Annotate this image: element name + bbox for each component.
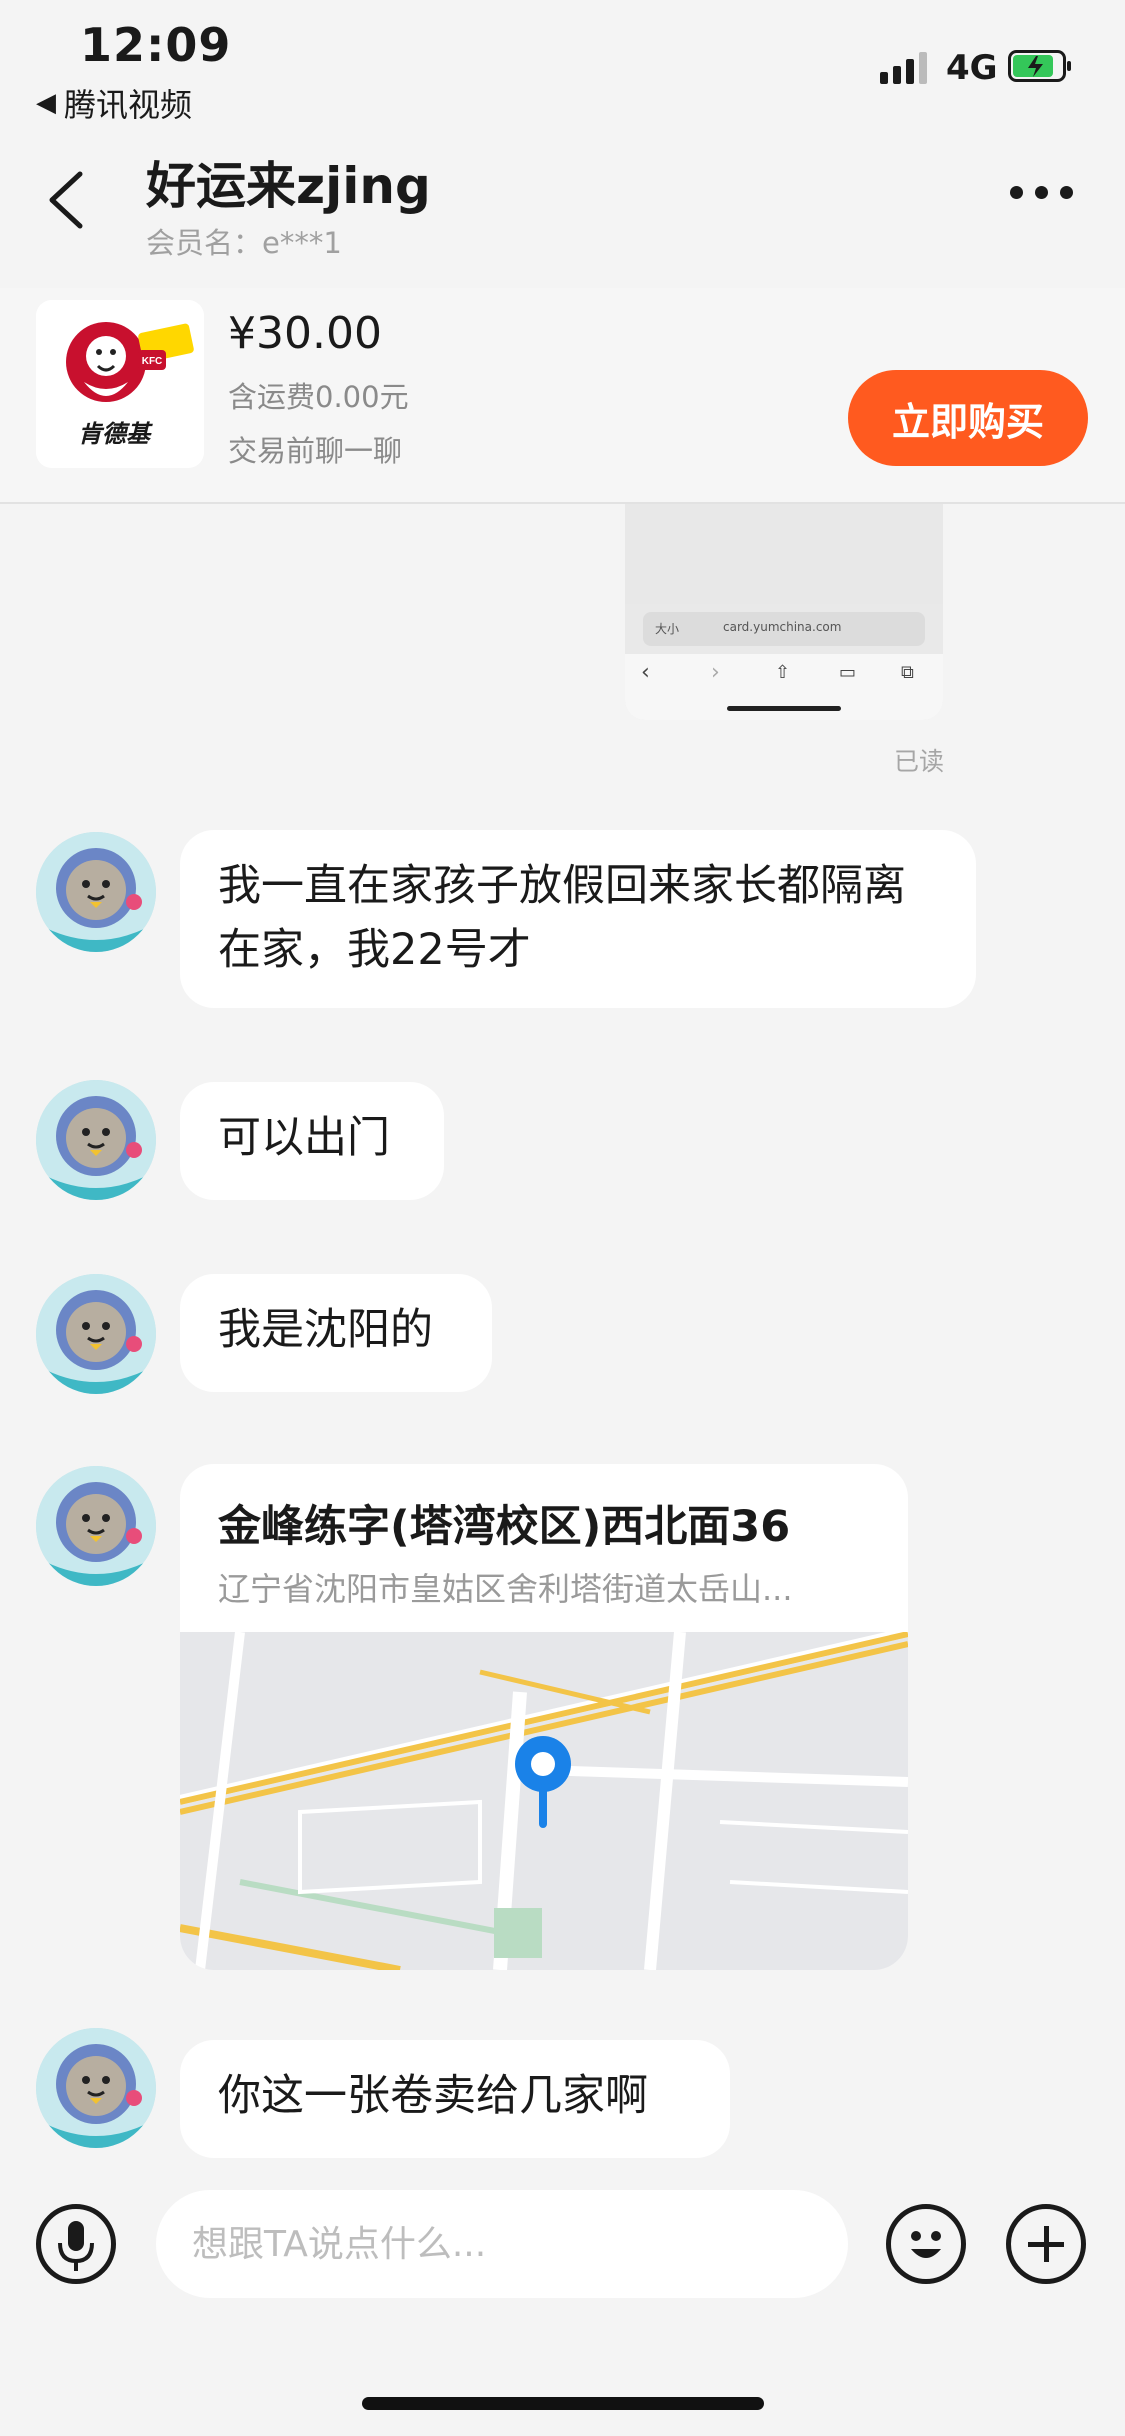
home-indicator[interactable] bbox=[362, 2397, 764, 2410]
location-map[interactable] bbox=[180, 1632, 908, 1970]
contact-avatar[interactable] bbox=[36, 1274, 156, 1394]
voice-input-button[interactable] bbox=[36, 2204, 116, 2284]
location-card[interactable]: 金峰练字(塔湾校区)西北面36 辽宁省沈阳市皇姑区舍利塔街道太岳山... bbox=[180, 1464, 908, 1970]
message-bubble[interactable]: 我一直在家孩子放假回来家长都隔离在家，我22号才 bbox=[180, 830, 976, 1008]
browser-forward-icon: › bbox=[711, 660, 720, 685]
browser-bookmarks-icon: ▭ bbox=[839, 662, 857, 683]
member-name: 会员名：e***1 bbox=[146, 226, 342, 260]
product-thumbnail[interactable]: KFC 肯德基 bbox=[36, 300, 204, 468]
message-bubble[interactable]: 可以出门 bbox=[180, 1082, 444, 1200]
buy-now-button[interactable]: 立即购买 bbox=[848, 370, 1088, 466]
contact-avatar[interactable] bbox=[36, 1466, 156, 1586]
chat-title: 好运来zjing bbox=[146, 157, 431, 215]
browser-share-icon: ⇧ bbox=[775, 662, 791, 683]
shipping-fee: 含运费0.00元 bbox=[228, 380, 409, 414]
message-bubble[interactable]: 我是沈阳的 bbox=[180, 1274, 492, 1392]
back-to-app-link[interactable]: ◀ 腾讯视频 bbox=[36, 80, 192, 126]
contact-avatar[interactable] bbox=[36, 2028, 156, 2148]
network-type: 4G bbox=[946, 48, 998, 88]
location-address: 辽宁省沈阳市皇姑区舍利塔街道太岳山... bbox=[218, 1570, 793, 1608]
browser-back-icon: ‹ bbox=[641, 660, 650, 685]
message-bubble[interactable]: 你这一张卷卖给几家啊 bbox=[180, 2040, 730, 2158]
product-price: ¥30.00 bbox=[228, 308, 382, 359]
back-icon[interactable] bbox=[42, 168, 92, 232]
browser-tabs-icon: ⧉ bbox=[901, 662, 914, 683]
back-triangle-icon: ◀ bbox=[36, 88, 56, 118]
chat-first-note: 交易前聊一聊 bbox=[228, 434, 403, 468]
more-actions-button[interactable] bbox=[1006, 2204, 1086, 2284]
contact-avatar[interactable] bbox=[36, 832, 156, 952]
plus-icon bbox=[1028, 2226, 1064, 2262]
status-time: 12:09 bbox=[80, 18, 232, 72]
signal-icon bbox=[880, 50, 927, 84]
emoji-button[interactable] bbox=[886, 2204, 966, 2284]
screenshot-size-text: 大小 bbox=[655, 622, 680, 636]
location-title: 金峰练字(塔湾校区)西北面36 bbox=[218, 1502, 791, 1552]
shared-screenshot-image[interactable]: 大小 card.yumchina.com ‹ › ⇧ ▭ ⧉ bbox=[625, 504, 943, 720]
contact-avatar[interactable] bbox=[36, 1080, 156, 1200]
back-app-label: 腾讯视频 bbox=[64, 86, 193, 124]
battery-icon bbox=[1008, 50, 1071, 82]
more-options-icon[interactable] bbox=[1010, 186, 1073, 199]
read-status: 已读 bbox=[894, 747, 945, 776]
microphone-icon bbox=[58, 2221, 94, 2271]
emoji-icon bbox=[911, 2231, 941, 2258]
message-input[interactable] bbox=[156, 2190, 848, 2298]
thumbnail-brand: 肯德基 bbox=[78, 420, 150, 448]
screenshot-url-text: card.yumchina.com bbox=[723, 620, 842, 634]
svg-text:KFC: KFC bbox=[142, 356, 163, 367]
